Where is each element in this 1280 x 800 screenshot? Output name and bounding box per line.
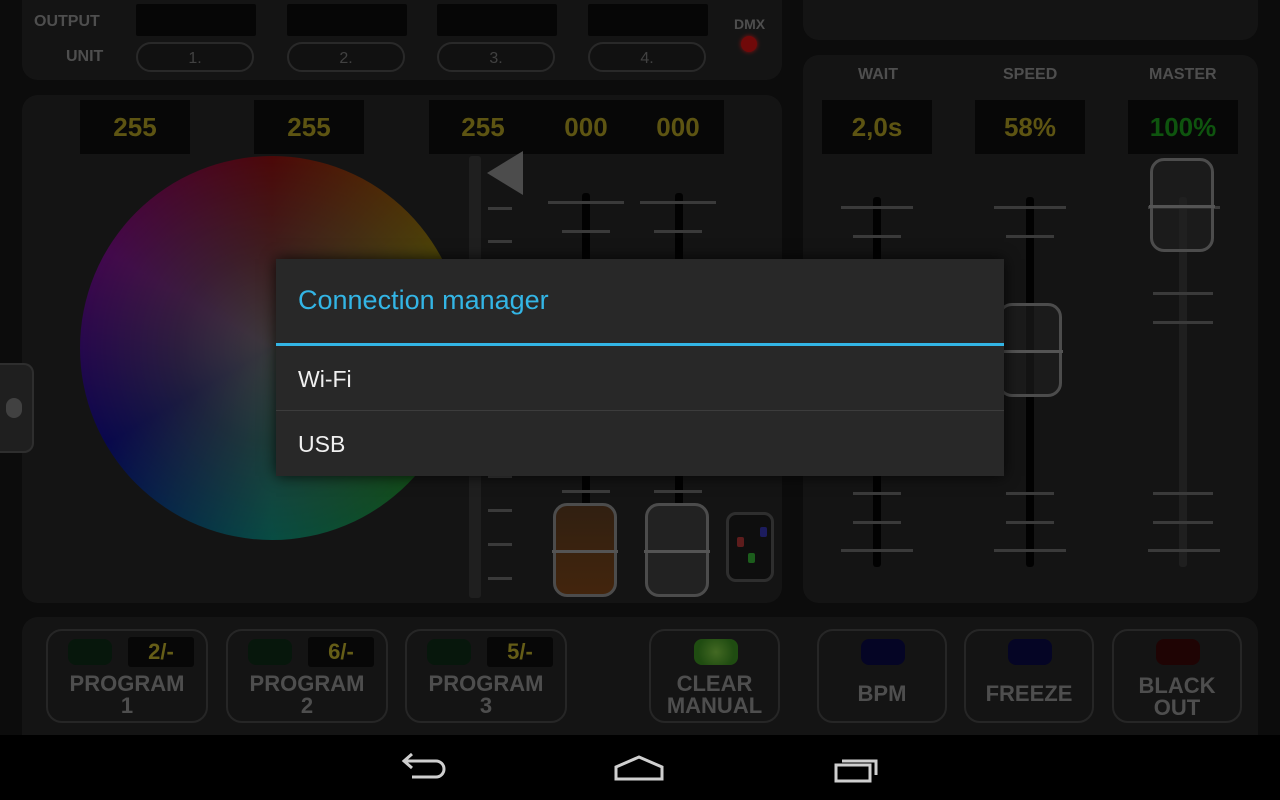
- dialog-option-divider: [276, 410, 1004, 411]
- connection-manager-dialog: Connection manager Wi-Fi USB: [276, 259, 1004, 476]
- back-icon[interactable]: [398, 753, 450, 783]
- dialog-option-wifi[interactable]: Wi-Fi: [276, 347, 1004, 411]
- dialog-option-usb[interactable]: USB: [276, 412, 1004, 476]
- home-icon[interactable]: [612, 755, 666, 783]
- dialog-title-divider: [276, 343, 1004, 346]
- system-nav-bar: [0, 735, 1280, 800]
- recent-apps-icon[interactable]: [832, 755, 882, 783]
- dialog-title: Connection manager: [298, 285, 549, 315]
